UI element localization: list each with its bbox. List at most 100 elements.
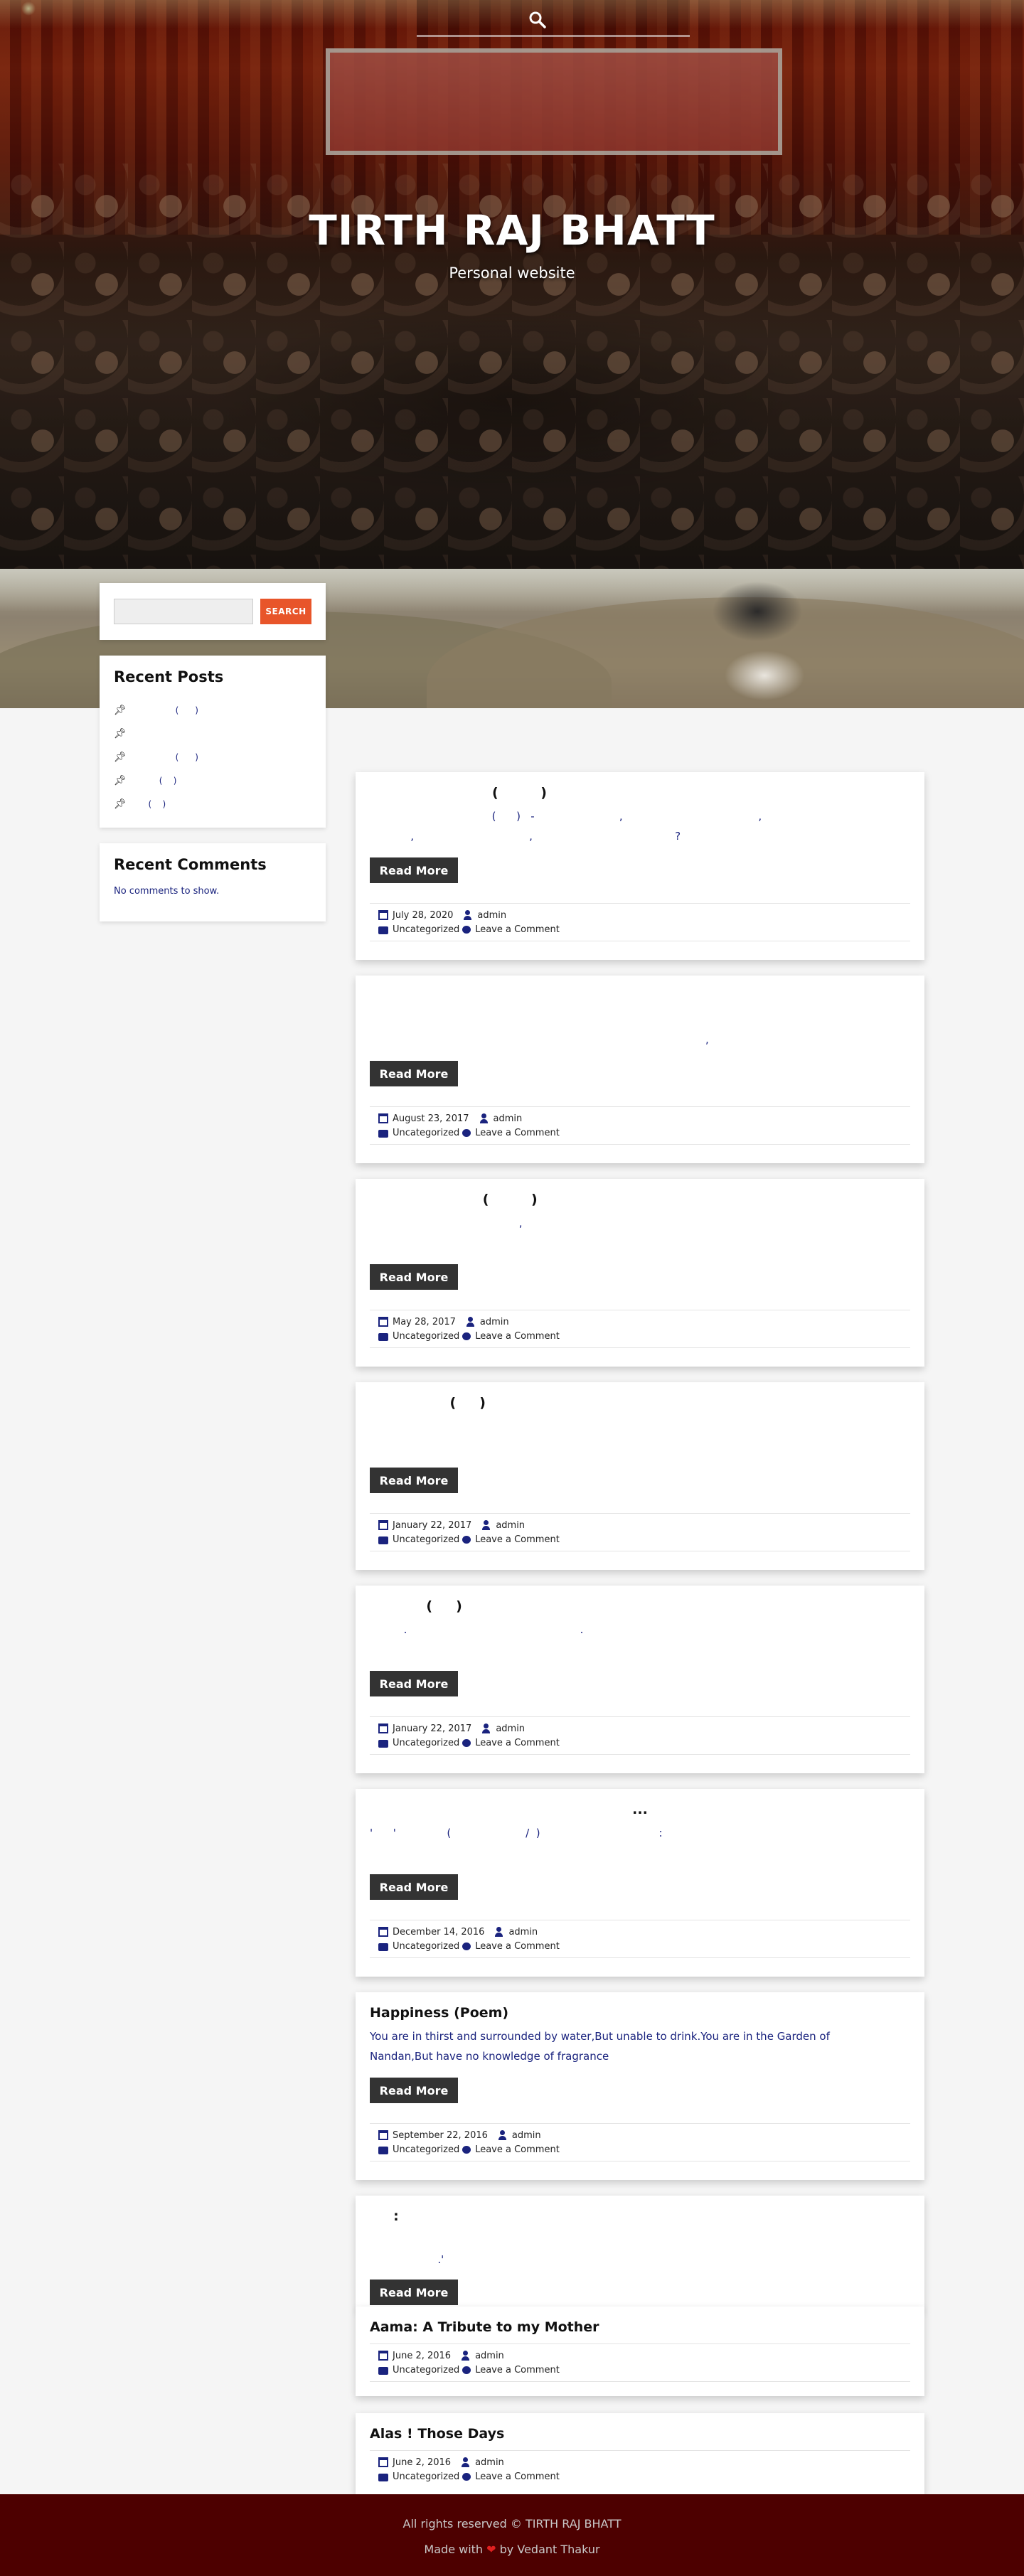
user-icon (461, 2457, 471, 2467)
post-date[interactable]: July 28, 2020 (393, 910, 453, 921)
post-excerpt: ( ) - , , , , ? (410, 810, 762, 843)
post-category[interactable]: Uncategorized (393, 1738, 459, 1748)
recent-post-item[interactable]: 📌︎ ( ) (114, 792, 311, 816)
read-more-button[interactable]: Read More (370, 2078, 458, 2103)
site-title[interactable]: TIRTH RAJ BHATT (0, 206, 1024, 255)
post-title[interactable]: ( ) (370, 1395, 910, 1413)
post-comment-link[interactable]: Leave a Comment (475, 1128, 560, 1138)
recent-post-item[interactable]: 📌︎ ( ) (114, 769, 311, 792)
header-search-bar[interactable] (417, 0, 690, 37)
post-title[interactable]: ( ) (370, 1192, 910, 1210)
post-card: ... ' ' ( / ) : Read More December 14, 2… (356, 1789, 924, 1977)
post-date[interactable]: May 28, 2017 (393, 1317, 456, 1327)
post-category[interactable]: Uncategorized (393, 1128, 459, 1138)
folder-icon (378, 2366, 388, 2375)
comment-icon (462, 1332, 471, 1340)
post-comment-link[interactable]: Leave a Comment (475, 924, 560, 935)
post-card: , Read More August 23, 2017 admin Uncateg… (356, 976, 924, 1163)
post-comment-link[interactable]: Leave a Comment (475, 2471, 560, 2482)
user-icon (461, 2351, 471, 2361)
post-comment-link[interactable]: Leave a Comment (475, 1331, 560, 1342)
post-comment-link[interactable]: Leave a Comment (475, 2144, 560, 2155)
post-author[interactable]: admin (512, 2130, 541, 2141)
calendar-icon (378, 1927, 388, 1937)
comment-icon (462, 1942, 471, 1950)
post-title[interactable]: Happiness (Poem) (370, 2005, 910, 2024)
post-meta: December 14, 2016 admin Uncategorized Leav… (370, 1920, 910, 1958)
recent-post-link[interactable]: ( ) (127, 799, 166, 809)
read-more-button[interactable]: Read More (370, 857, 458, 883)
post-date[interactable]: September 22, 2016 (393, 2130, 488, 2141)
post-comment-link[interactable]: Leave a Comment (475, 1534, 560, 1545)
recent-post-link[interactable]: ( ) (127, 752, 198, 762)
post-comment-link[interactable]: Leave a Comment (475, 1738, 560, 1748)
calendar-icon (378, 1723, 388, 1733)
post-meta: June 2, 2016 admin Uncategorized Leave a C… (370, 2343, 910, 2382)
post-card: ( ) , Read More May 28, 2017 admin Uncate… (356, 1179, 924, 1367)
post-card: ( ) . . Read More January 22, 2017 admin … (356, 1586, 924, 1773)
read-more-button[interactable]: Read More (370, 1061, 458, 1086)
post-author[interactable]: admin (494, 1113, 523, 1124)
post-title[interactable]: ( ) (370, 1598, 910, 1617)
post-date[interactable]: December 14, 2016 (393, 1927, 484, 1938)
post-comment-link[interactable]: Leave a Comment (475, 2365, 560, 2375)
post-category[interactable]: Uncategorized (393, 924, 459, 935)
post-author[interactable]: admin (496, 1520, 525, 1531)
recent-post-item[interactable]: 📌︎ ( ) (114, 698, 311, 722)
folder-icon (378, 1942, 388, 1951)
post-author[interactable]: admin (477, 910, 506, 921)
calendar-icon (378, 2457, 388, 2467)
post-card: ( ) ( ) - , , , , ? Read More July 28, 2… (356, 772, 924, 960)
post-title[interactable]: ... (370, 1802, 910, 1820)
heart-icon: ❤ (486, 2543, 496, 2556)
post-category[interactable]: Uncategorized (393, 2471, 459, 2482)
read-more-button[interactable]: Read More (370, 1671, 458, 1696)
post-title[interactable] (370, 988, 910, 1007)
footer-credit-suffix[interactable]: by Vedant Thakur (496, 2543, 600, 2556)
post-title[interactable]: Aama: A Tribute to my Mother (370, 2319, 910, 2338)
user-icon (466, 1317, 476, 1327)
post-title[interactable]: ( ) (370, 785, 910, 803)
post-date[interactable]: January 22, 2017 (393, 1520, 471, 1531)
footer-credit-prefix: Made with (424, 2543, 487, 2556)
post-author[interactable]: admin (475, 2457, 504, 2468)
post-date[interactable]: August 23, 2017 (393, 1113, 469, 1124)
post-author[interactable]: admin (508, 1927, 538, 1938)
post-category[interactable]: Uncategorized (393, 1331, 459, 1342)
post-category[interactable]: Uncategorized (393, 2144, 459, 2155)
post-meta: June 2, 2016 admin Uncategorized Leave a C… (370, 2450, 910, 2488)
read-more-button[interactable]: Read More (370, 1468, 458, 1493)
post-meta: May 28, 2017 admin Uncategorized Leave a C… (370, 1310, 910, 1348)
no-comments-text: No comments to show. (114, 886, 220, 897)
recent-post-link[interactable]: ( ) (127, 776, 177, 786)
user-icon (494, 1927, 504, 1937)
post-category[interactable]: Uncategorized (393, 2365, 459, 2375)
post-date[interactable]: January 22, 2017 (393, 1723, 471, 1734)
post-title[interactable]: Alas ! Those Days (370, 2426, 910, 2444)
calendar-icon (378, 910, 388, 920)
post-author[interactable]: admin (496, 1723, 525, 1734)
post-title[interactable]: : (370, 2208, 910, 2227)
post-excerpt: , (705, 1033, 709, 1046)
post-date[interactable]: June 2, 2016 (393, 2351, 451, 2361)
search-button[interactable]: SEARCH (260, 599, 311, 624)
post-category[interactable]: Uncategorized (393, 1941, 459, 1952)
folder-icon (378, 1332, 388, 1341)
comment-icon (462, 925, 471, 934)
read-more-button[interactable]: Read More (370, 1874, 458, 1900)
recent-post-item[interactable]: 📌︎ ( ) (114, 745, 311, 769)
read-more-button[interactable]: Read More (370, 1264, 458, 1290)
post-author[interactable]: admin (475, 2351, 504, 2361)
search-icon[interactable] (528, 10, 548, 30)
search-input[interactable] (114, 599, 253, 624)
recent-post-link[interactable]: ( ) (127, 705, 198, 715)
read-more-button[interactable]: Read More (370, 2280, 458, 2305)
recent-post-item[interactable]: 📌︎ (114, 722, 311, 745)
footer-copyright: All rights reserved © TIRTH RAJ BHATT (402, 2517, 622, 2530)
post-comment-link[interactable]: Leave a Comment (475, 1941, 560, 1952)
post-date[interactable]: June 2, 2016 (393, 2457, 451, 2468)
post-author[interactable]: admin (480, 1317, 509, 1327)
folder-icon (378, 2146, 388, 2154)
post-category[interactable]: Uncategorized (393, 1534, 459, 1545)
calendar-icon (378, 1317, 388, 1327)
